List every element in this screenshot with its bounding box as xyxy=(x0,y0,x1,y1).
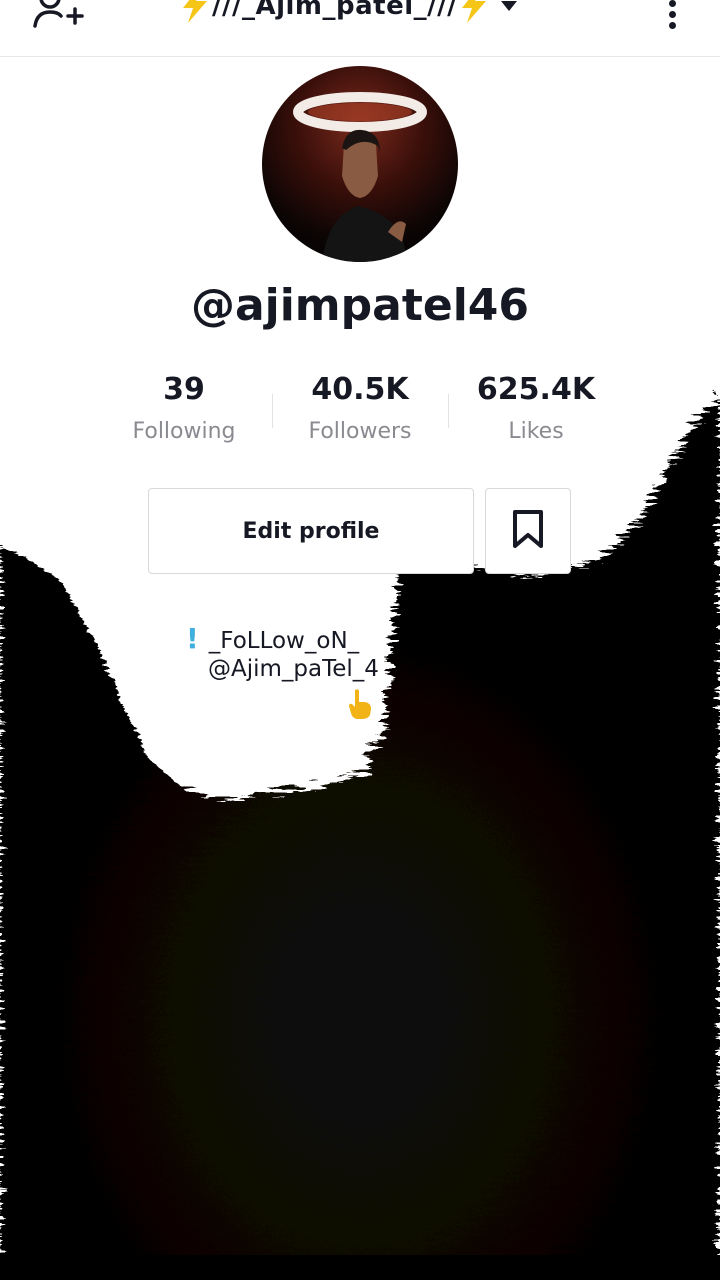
bookmark-icon xyxy=(512,509,544,553)
lightning-bolt-icon xyxy=(180,0,210,23)
avatar[interactable] xyxy=(262,66,458,262)
followers-label: Followers xyxy=(308,419,412,444)
profile-screen: ///_Ajim_patel_/// @ajimpatel46 39 Follo… xyxy=(0,0,720,1280)
stat-likes[interactable]: 625.4K Likes xyxy=(448,370,624,460)
account-title: ///_Ajim_patel_/// xyxy=(212,0,458,21)
caret-down-icon[interactable] xyxy=(501,1,518,11)
pointing-hand-icon xyxy=(346,688,374,720)
bio-line: ! _FoLLow_oN_ xyxy=(186,622,359,655)
likes-label: Likes xyxy=(508,419,564,444)
add-user-icon[interactable] xyxy=(30,0,86,30)
followers-count: 40.5K xyxy=(311,372,409,407)
profile-username: @ajimpatel46 xyxy=(190,280,530,331)
stat-following[interactable]: 39 Following xyxy=(96,370,272,460)
lightning-bolt-icon xyxy=(459,0,489,23)
profile-stats: 39 Following 40.5K Followers 625.4K Like… xyxy=(96,370,624,460)
edit-profile-button[interactable]: Edit profile xyxy=(148,488,474,574)
top-bar: ///_Ajim_patel_/// xyxy=(0,0,720,57)
following-count: 39 xyxy=(163,372,205,407)
exclamation-icon: ! xyxy=(186,622,199,655)
stat-divider xyxy=(448,394,449,428)
following-label: Following xyxy=(132,419,236,444)
stat-followers[interactable]: 40.5K Followers xyxy=(272,370,448,460)
favorites-button[interactable] xyxy=(485,488,571,574)
stat-divider xyxy=(272,394,273,428)
bio-line1-text: _FoLLow_oN_ xyxy=(208,628,360,654)
bio-line: @Ajim_paTel_4 xyxy=(208,656,379,682)
kebab-menu-icon[interactable] xyxy=(660,0,684,29)
likes-count: 625.4K xyxy=(476,372,596,407)
account-switcher[interactable]: ///_Ajim_patel_/// xyxy=(180,0,518,26)
